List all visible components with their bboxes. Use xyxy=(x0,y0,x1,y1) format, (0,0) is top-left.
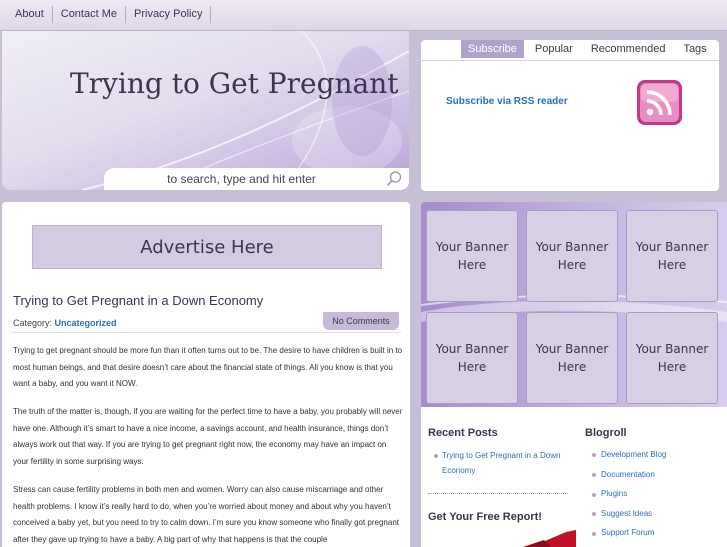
post-title[interactable]: Trying to Get Pregnant in a Down Economy xyxy=(13,293,263,308)
bullet-icon xyxy=(592,453,596,457)
main-content: Advertise Here Trying to Get Pregnant in… xyxy=(2,202,410,547)
tab-popular[interactable]: Popular xyxy=(528,40,580,58)
tab-recommended[interactable]: Recommended xyxy=(584,40,673,58)
blogroll-link-support-forum[interactable]: Support Forum xyxy=(601,528,654,537)
bullet-icon xyxy=(592,532,596,536)
category-link[interactable]: Uncategorized xyxy=(55,318,117,328)
site-title[interactable]: Trying to Get Pregnant xyxy=(70,67,399,100)
blogroll-link-suggest-ideas[interactable]: Suggest Ideas xyxy=(601,509,652,518)
banner-slot[interactable]: Your Banner Here xyxy=(526,312,618,404)
recent-posts-title: Recent Posts xyxy=(428,427,498,439)
tab-tags[interactable]: Tags xyxy=(676,40,713,58)
site-header: Trying to Get Pregnant xyxy=(2,31,409,190)
post-paragraph: The truth of the matter is, though, if y… xyxy=(13,407,403,466)
free-report-graphic[interactable] xyxy=(514,530,576,547)
free-report-title: Get Your Free Report! xyxy=(428,511,542,523)
sidebar-tabs: Subscribe Popular Recommended Tags xyxy=(461,40,714,58)
post-category: Category: Uncategorized xyxy=(13,318,117,328)
top-nav-links: About Contact Me Privacy Policy xyxy=(7,6,212,23)
banner-slot[interactable]: Your Banner Here xyxy=(626,210,718,302)
banner-slot[interactable]: Your Banner Here xyxy=(426,312,518,404)
search-icon[interactable] xyxy=(385,170,403,188)
blogroll-link-development-blog[interactable]: Development Blog xyxy=(601,450,666,459)
recent-post-link[interactable]: Trying to Get Pregnant in a Down Economy xyxy=(442,448,562,478)
nav-link-about[interactable]: About xyxy=(7,6,53,23)
rss-feed-icon[interactable] xyxy=(636,79,683,126)
blogroll-link-documentation[interactable]: Documentation xyxy=(601,470,655,479)
banner-slot[interactable]: Your Banner Here xyxy=(426,210,518,302)
banner-slot[interactable]: Your Banner Here xyxy=(626,312,718,404)
header-swirl-graphic xyxy=(81,31,409,190)
rss-subscribe-link[interactable]: Subscribe via RSS reader xyxy=(446,96,568,107)
banner-slot[interactable]: Your Banner Here xyxy=(526,210,618,302)
sidebar: Your Banner Here Your Banner Here Your B… xyxy=(421,202,727,547)
post-paragraph: Trying to get pregnant should be more fu… xyxy=(13,346,403,388)
search-input[interactable] xyxy=(104,168,379,190)
widget-divider xyxy=(428,493,568,494)
tab-divider xyxy=(421,60,719,61)
comments-link[interactable]: No Comments xyxy=(323,312,399,330)
nav-link-contact-me[interactable]: Contact Me xyxy=(53,6,126,23)
advertise-banner[interactable]: Advertise Here xyxy=(32,225,382,269)
category-label: Category: xyxy=(13,318,53,328)
nav-link-privacy-policy[interactable]: Privacy Policy xyxy=(126,6,212,23)
bullet-icon xyxy=(592,493,596,497)
bullet-icon xyxy=(592,512,596,516)
search-bar xyxy=(104,168,409,190)
top-navigation: About Contact Me Privacy Policy xyxy=(0,0,727,31)
post-paragraph: Stress can cause fertility problems in b… xyxy=(13,485,399,544)
bullet-icon xyxy=(434,454,438,458)
blogroll-link-plugins[interactable]: Plugins xyxy=(601,489,627,498)
subscribe-panel: Subscribe Popular Recommended Tags Subsc… xyxy=(421,40,719,191)
tab-subscribe[interactable]: Subscribe xyxy=(461,40,524,58)
blogroll-title: Blogroll xyxy=(585,427,627,439)
post-divider xyxy=(11,332,401,333)
bullet-icon xyxy=(592,473,596,477)
